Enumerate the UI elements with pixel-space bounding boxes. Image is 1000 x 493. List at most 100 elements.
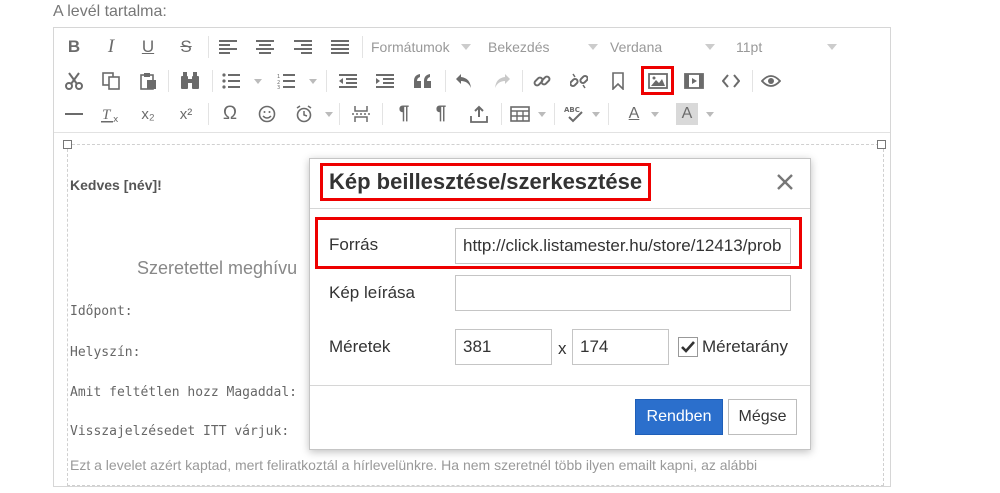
- find-replace-icon[interactable]: [176, 68, 204, 94]
- pilcrow-rtl-icon[interactable]: ¶: [427, 101, 455, 127]
- preview-eye-icon[interactable]: [757, 68, 785, 94]
- toolbar-separator: [445, 70, 446, 92]
- dimensions-label: Méretek: [329, 337, 391, 356]
- invite-heading: Szeretettel meghívu: [137, 258, 298, 278]
- page-break-icon[interactable]: [347, 101, 375, 127]
- strikethrough-icon[interactable]: S: [172, 34, 200, 60]
- greeting-text: Kedves [név]!: [70, 177, 162, 193]
- editor-toolbar: B I U S Formátumok Bekezdés Verdana 11pt…: [54, 28, 890, 133]
- chevron-down-icon[interactable]: [706, 112, 714, 117]
- clear-formatting-icon[interactable]: Tx: [97, 101, 125, 127]
- source-label: Forrás: [329, 235, 379, 254]
- indent-icon[interactable]: [371, 68, 399, 94]
- dialog-title-highlight: Kép beillesztése/szerkesztése: [320, 163, 652, 201]
- paste-icon[interactable]: [134, 68, 162, 94]
- svg-text:T: T: [102, 107, 112, 123]
- chevron-down-icon[interactable]: [254, 79, 262, 84]
- feedback-label: Visszajelzésedet ITT várjuk:: [70, 424, 290, 439]
- place-label: Helyszín:: [70, 345, 141, 360]
- insert-image-icon[interactable]: [641, 66, 674, 95]
- align-right-icon[interactable]: [289, 34, 317, 60]
- formats-dropdown-label: Formátumok: [371, 39, 450, 55]
- time-label: Időpont:: [70, 304, 133, 319]
- chevron-down-icon[interactable]: [309, 79, 317, 84]
- close-icon[interactable]: [774, 171, 796, 193]
- italic-icon[interactable]: I: [97, 34, 125, 60]
- numbered-list-icon[interactable]: 123: [272, 68, 300, 94]
- width-input[interactable]: [455, 329, 552, 365]
- toolbar-separator: [212, 70, 213, 92]
- link-icon[interactable]: [528, 68, 556, 94]
- check-icon: [681, 341, 695, 353]
- paragraph-dropdown[interactable]: Bekezdés: [488, 34, 598, 60]
- chevron-down-icon[interactable]: [538, 112, 546, 117]
- cut-icon[interactable]: [60, 68, 88, 94]
- table-icon[interactable]: [506, 101, 534, 127]
- bookmark-icon[interactable]: [604, 68, 632, 94]
- chevron-down-icon: [461, 44, 471, 50]
- dialog-divider: [310, 208, 810, 209]
- chevron-down-icon: [705, 44, 715, 50]
- superscript-icon[interactable]: x²: [172, 101, 200, 127]
- font-family-dropdown[interactable]: Verdana: [610, 34, 715, 60]
- pilcrow-icon[interactable]: ¶: [390, 101, 418, 127]
- toolbar-separator: [208, 36, 209, 58]
- height-input[interactable]: [572, 329, 669, 365]
- bold-icon[interactable]: B: [60, 34, 88, 60]
- underline-icon[interactable]: U: [134, 34, 162, 60]
- unlink-icon[interactable]: [565, 68, 593, 94]
- subscript-icon[interactable]: x₂: [134, 101, 162, 127]
- special-character-icon[interactable]: Ω: [216, 101, 244, 127]
- formats-dropdown[interactable]: Formátumok: [371, 34, 471, 60]
- ok-button[interactable]: Rendben: [635, 399, 723, 435]
- alarm-clock-icon[interactable]: [290, 101, 318, 127]
- svg-text:ABC: ABC: [564, 106, 580, 114]
- alt-label: Kép leírása: [329, 283, 415, 302]
- toolbar-separator: [168, 70, 169, 92]
- toolbar-row-3: Tx x₂ x² Ω ¶ ¶ ABC A A: [54, 97, 890, 131]
- align-center-icon[interactable]: [251, 34, 279, 60]
- toolbar-separator: [522, 70, 523, 92]
- aspect-ratio-checkbox[interactable]: [678, 337, 698, 357]
- bullet-list-icon[interactable]: [217, 68, 245, 94]
- spellcheck-icon[interactable]: ABC: [560, 101, 588, 127]
- toolbar-row-1: B I U S Formátumok Bekezdés Verdana 11pt: [54, 30, 890, 64]
- blockquote-icon[interactable]: [409, 68, 437, 94]
- emoticon-icon[interactable]: [253, 101, 281, 127]
- chevron-down-icon[interactable]: [592, 112, 600, 117]
- align-justify-icon[interactable]: [326, 34, 354, 60]
- horizontal-rule-icon[interactable]: [60, 101, 88, 127]
- cancel-button[interactable]: Mégse: [728, 399, 797, 435]
- image-dialog: Kép beillesztése/szerkesztése Forrás Kép…: [309, 158, 811, 450]
- insert-template-icon[interactable]: [465, 101, 493, 127]
- toolbar-separator: [326, 70, 327, 92]
- source-input[interactable]: [455, 228, 791, 264]
- background-color-icon[interactable]: A: [676, 103, 698, 125]
- svg-text:3: 3: [277, 85, 280, 89]
- alt-input[interactable]: [455, 275, 791, 311]
- toolbar-separator: [554, 103, 555, 125]
- align-left-icon[interactable]: [214, 34, 242, 60]
- outdent-icon[interactable]: [334, 68, 362, 94]
- resize-handle[interactable]: [877, 140, 886, 149]
- resize-handle[interactable]: [63, 140, 72, 149]
- copy-icon[interactable]: [97, 68, 125, 94]
- bring-label: Amit feltétlen hozz Magaddal:: [70, 385, 297, 400]
- toolbar-separator: [339, 103, 340, 125]
- paragraph-dropdown-label: Bekezdés: [488, 39, 550, 55]
- font-size-dropdown-label: 11pt: [736, 39, 763, 55]
- toolbar-separator: [362, 36, 363, 58]
- chevron-down-icon[interactable]: [325, 112, 333, 117]
- font-size-dropdown[interactable]: 11pt: [736, 34, 837, 60]
- toolbar-separator: [608, 103, 609, 125]
- chevron-down-icon[interactable]: [651, 112, 659, 117]
- chevron-down-icon: [827, 44, 837, 50]
- insert-media-icon[interactable]: [680, 68, 708, 94]
- redo-icon[interactable]: [488, 68, 516, 94]
- font-family-dropdown-label: Verdana: [610, 39, 663, 55]
- section-label: A levél tartalma:: [53, 3, 167, 20]
- dimension-separator: x: [558, 339, 567, 358]
- source-code-icon[interactable]: [717, 68, 745, 94]
- text-color-icon[interactable]: A: [620, 101, 648, 127]
- undo-icon[interactable]: [450, 68, 478, 94]
